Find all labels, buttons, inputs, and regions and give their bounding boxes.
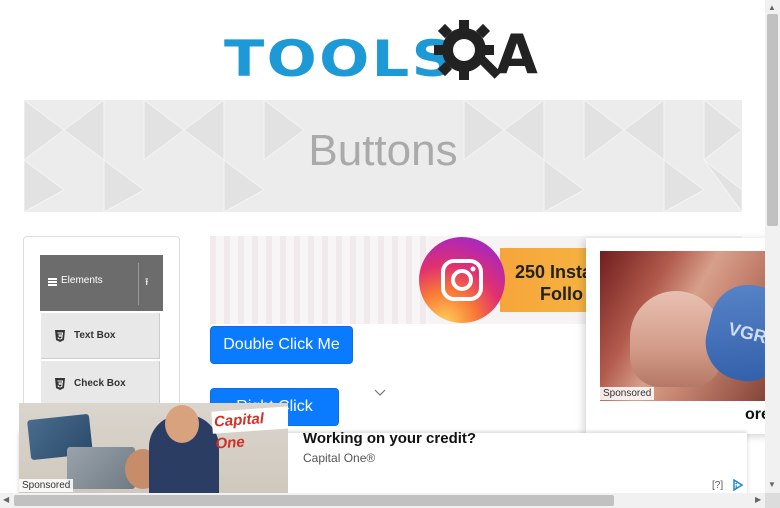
ad-headline[interactable]: Working on your credit? — [303, 430, 476, 447]
double-click-button[interactable]: Double Click Me — [210, 326, 353, 364]
chevron-down-icon[interactable] — [374, 386, 386, 398]
page-banner: Buttons — [24, 100, 742, 212]
sidebar-item-label: Text Box — [74, 330, 116, 341]
instagram-icon — [441, 259, 483, 301]
sidebar-group-label: Elements — [61, 275, 103, 286]
scrollbar-corner — [765, 493, 780, 508]
scroll-left-icon[interactable]: ◀ — [3, 495, 9, 504]
scrollbar-thumb[interactable] — [14, 495, 614, 506]
sponsored-label: Sponsored — [19, 479, 74, 492]
logo-word: TOOLS — [224, 30, 457, 88]
html5-icon — [55, 330, 65, 342]
html5-icon — [55, 378, 65, 390]
page: TOOLS A Buttons Elements ⭱ Text Box Chec… — [0, 0, 780, 508]
sponsored-label: Sponsored — [600, 387, 655, 400]
ad-info-link[interactable]: [?] — [712, 480, 723, 491]
menu-icon — [48, 278, 57, 286]
horizontal-scrollbar[interactable]: ◀ ▶ — [0, 493, 765, 508]
collapse-up-icon[interactable]: ⭱ — [145, 275, 149, 292]
ad-image: VGR — [600, 251, 780, 401]
ad-brand-logo: Capital One — [211, 406, 288, 453]
sidebar-item-check-box[interactable]: Check Box — [41, 361, 160, 407]
ad-image-head — [165, 405, 199, 443]
bottom-ad-banner[interactable]: Capital One Sponsored Working on your cr… — [0, 403, 765, 495]
sidebar-group-elements[interactable]: Elements ⭱ — [40, 255, 163, 311]
adchoices-icon[interactable] — [732, 479, 744, 491]
ad-background — [210, 236, 430, 324]
sidebar-item-label: Check Box — [74, 378, 126, 389]
toolsqa-logo[interactable]: TOOLS A — [222, 14, 548, 92]
page-title: Buttons — [308, 126, 458, 175]
ad-advertiser: Capital One® — [303, 451, 376, 465]
scroll-up-icon[interactable]: ▲ — [768, 3, 776, 12]
scroll-down-icon[interactable]: ▼ — [768, 480, 776, 489]
gear-magnifier-icon — [434, 20, 502, 80]
logo-letter-a: A — [496, 23, 538, 86]
ad-text-line2: Follo — [540, 284, 583, 304]
sidebar-item-text-box[interactable]: Text Box — [41, 313, 160, 359]
ad-text-line1: 250 Insta — [515, 262, 593, 282]
vertical-scrollbar[interactable]: ▲ ▼ — [765, 0, 780, 493]
group-divider — [138, 263, 139, 305]
scroll-right-icon[interactable]: ▶ — [755, 495, 761, 504]
scrollbar-thumb[interactable] — [767, 14, 778, 226]
